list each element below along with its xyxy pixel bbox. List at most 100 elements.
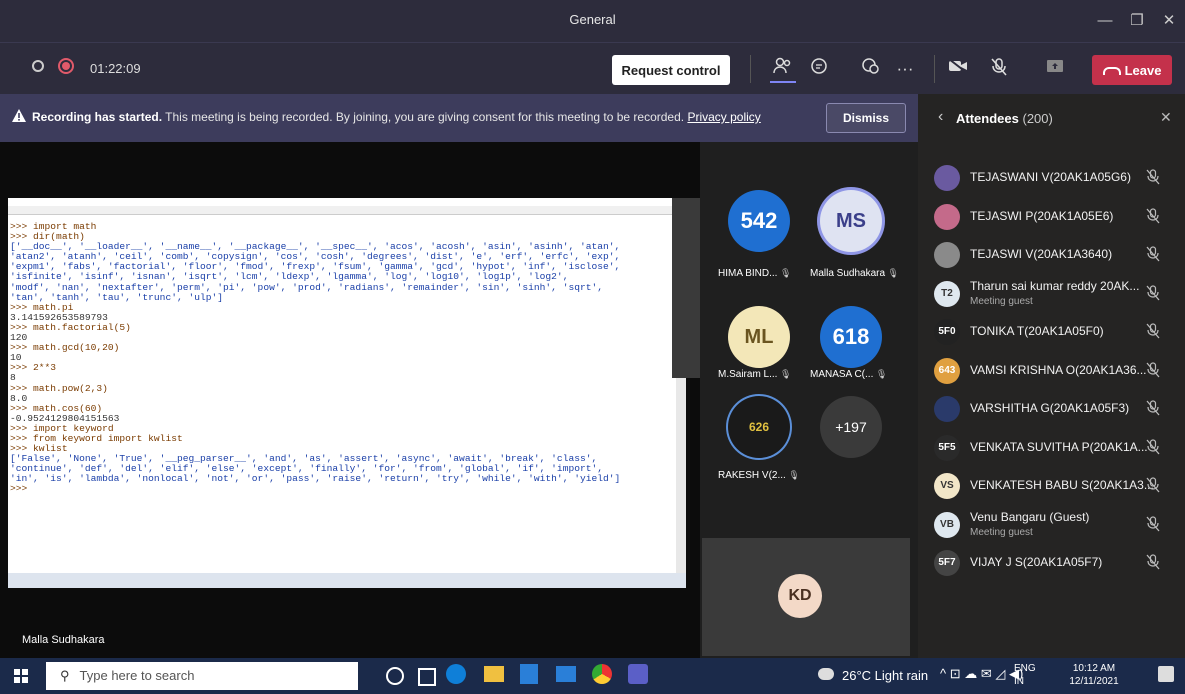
taskbar-search-box[interactable]: ⚲ Type here to search — [46, 662, 358, 690]
chat-icon[interactable] — [806, 57, 832, 81]
close-panel-icon[interactable]: ✕ — [1160, 109, 1172, 126]
camera-off-icon[interactable] — [945, 57, 971, 81]
leave-label: Leave — [1124, 62, 1162, 78]
mic-off-icon — [1146, 477, 1162, 495]
teams-icon[interactable] — [628, 664, 648, 684]
store-icon[interactable] — [520, 664, 538, 684]
attendee-name: Venu Bangaru (Guest) — [970, 509, 1090, 524]
shield-icon — [32, 60, 44, 72]
attendee-row[interactable]: TEJASWI V(20AK1A3640) — [918, 237, 1185, 275]
edge-icon[interactable] — [446, 664, 466, 684]
attendee-subtitle: Meeting guest — [970, 295, 1033, 307]
attendee-name: TEJASWANI V(20AK1A05G6) — [970, 170, 1131, 184]
participant-name: HIMA BIND... — [718, 268, 778, 279]
file-explorer-icon[interactable] — [484, 666, 504, 682]
shell-menu-strip — [8, 206, 686, 215]
avatar[interactable]: 626 — [728, 396, 790, 458]
attendee-name: TEJASWI P(20AK1A05E6) — [970, 208, 1114, 223]
attendee-row[interactable]: TEJASWANI V(20AK1A05G6) — [918, 160, 1185, 198]
avatar[interactable]: 542 — [728, 190, 790, 252]
dismiss-button[interactable]: Dismiss — [826, 103, 906, 133]
avatar: VB — [934, 511, 960, 538]
people-icon[interactable] — [770, 57, 796, 83]
participant-name: M.Sairam L... — [718, 369, 778, 380]
meeting-control-bar: 01:22:09 Request control ··· Leave — [0, 42, 1185, 95]
maximize-button[interactable]: ❐ — [1122, 8, 1152, 34]
notifications-icon[interactable] — [1158, 666, 1174, 682]
recording-title: Recording has started. — [32, 110, 163, 124]
search-icon: ⚲ — [60, 668, 70, 683]
windows-start-icon[interactable] — [14, 669, 28, 688]
cortana-icon[interactable] — [386, 667, 404, 685]
windows-taskbar: ⚲ Type here to search 26°C Light rain ^ ⊡… — [0, 658, 1185, 694]
participant-name: MANASA C(... — [810, 369, 874, 380]
python-shell-window: >>> import math >>> dir(math) ['__doc__', … — [8, 198, 686, 588]
attendee-row[interactable]: 5F5 VENKATA SUVITHA P(20AK1A... — [918, 430, 1185, 468]
request-control-button[interactable]: Request control — [612, 55, 730, 85]
attendee-subtitle: Meeting guest — [970, 526, 1033, 538]
attendee-name: TEJASWI V(20AK1A3640) — [970, 247, 1113, 261]
leave-button[interactable]: Leave — [1092, 55, 1172, 85]
avatar[interactable]: +197 — [820, 396, 882, 458]
region-code: IN — [1014, 676, 1024, 687]
task-view-icon[interactable] — [418, 668, 436, 686]
shell-line: >>> 2**3 — [10, 362, 57, 374]
clock-date: 12/11/2021 — [1069, 676, 1119, 687]
mic-off-icon — [1146, 284, 1162, 303]
attendee-row[interactable]: 643 VAMSI KRISHNA O(20AK1A36... — [918, 353, 1185, 391]
video-tile-kd[interactable]: KD — [702, 538, 910, 656]
more-options-icon[interactable]: ··· — [892, 57, 918, 81]
annotation-toolbar — [672, 198, 700, 378]
mic-off-icon: 🎙 — [873, 369, 888, 379]
attendee-name: VIJAY J S(20AK1A05F7) — [970, 555, 1103, 569]
participant-label: M.Sairam L... 🎙 — [718, 369, 791, 380]
privacy-policy-link[interactable]: Privacy policy — [687, 110, 760, 124]
avatar[interactable]: MS — [820, 190, 882, 252]
attendee-row[interactable]: 5F0 TONIKA T(20AK1A05F0) — [918, 314, 1185, 352]
avatar: 5F0 — [934, 319, 960, 345]
recording-message: Recording has started. This meeting is b… — [32, 110, 761, 124]
shell-line: >>> math.pow(2,3) — [10, 382, 108, 394]
mail-icon[interactable] — [556, 666, 576, 682]
weather-text[interactable]: 26°C Light rain — [842, 668, 928, 683]
attendee-row[interactable]: TEJASWI P(20AK1A05E6) — [918, 199, 1185, 237]
participant-name: Malla Sudhakara — [810, 268, 886, 279]
mic-off-icon: 🎙 — [785, 470, 800, 480]
attendee-row[interactable]: VARSHITHA G(20AK1A05F3) — [918, 391, 1185, 429]
language-indicator[interactable]: ENG IN — [1014, 662, 1036, 688]
reactions-icon[interactable] — [858, 57, 884, 81]
back-chevron-icon[interactable]: ‹ — [938, 108, 943, 126]
mic-off-icon — [1146, 169, 1162, 187]
attendee-row[interactable]: 5F7 VIJAY J S(20AK1A05F7) — [918, 545, 1185, 583]
system-tray-icons[interactable]: ^ ⊡ ☁ ✉ ◿ ◀) — [940, 666, 1023, 682]
avatar[interactable]: ML — [728, 306, 790, 368]
attendee-name: Tharun sai kumar reddy 20AK... — [970, 278, 1140, 293]
hang-up-icon — [1102, 67, 1121, 76]
avatar[interactable]: 618 — [820, 306, 882, 368]
share-screen-icon[interactable] — [1042, 57, 1068, 81]
attendee-row[interactable]: VS VENKATESH BABU S(20AK1A3... — [918, 468, 1185, 506]
shell-line: 8 — [10, 372, 16, 384]
participant-label: MANASA C(... 🎙 — [810, 369, 887, 380]
shell-line: 10 — [10, 352, 22, 364]
attendee-row[interactable]: VB Venu Bangaru (Guest) Meeting guest — [918, 507, 1185, 545]
clock[interactable]: 10:12 AM 12/11/2021 — [1060, 662, 1128, 688]
attendees-title: Attendees — [956, 111, 1019, 126]
attendees-panel: ‹ Attendees (200) ✕ TEJASWANI V(20AK1A05… — [918, 94, 1185, 658]
minimize-button[interactable]: — — [1090, 8, 1120, 34]
mic-off-icon — [1146, 207, 1162, 226]
close-button[interactable]: ✕ — [1154, 8, 1184, 34]
shell-title-strip — [8, 198, 686, 206]
shell-line: >>> import math — [10, 221, 97, 232]
avatar — [934, 165, 960, 191]
mic-off-icon[interactable] — [986, 57, 1012, 81]
participant-label: HIMA BIND... 🎙 — [718, 268, 791, 279]
chrome-icon[interactable] — [592, 664, 612, 684]
warning-icon — [12, 109, 26, 127]
mic-off-icon: 🎙 — [777, 369, 792, 379]
meeting-timer: 01:22:09 — [90, 61, 141, 76]
mic-off-icon — [1146, 515, 1162, 534]
attendee-name: TONIKA T(20AK1A05F0) — [970, 324, 1104, 338]
shell-line: >>> math.gcd(10,20) — [10, 342, 120, 354]
attendee-row[interactable]: T2 Tharun sai kumar reddy 20AK... Meeting … — [918, 276, 1185, 314]
